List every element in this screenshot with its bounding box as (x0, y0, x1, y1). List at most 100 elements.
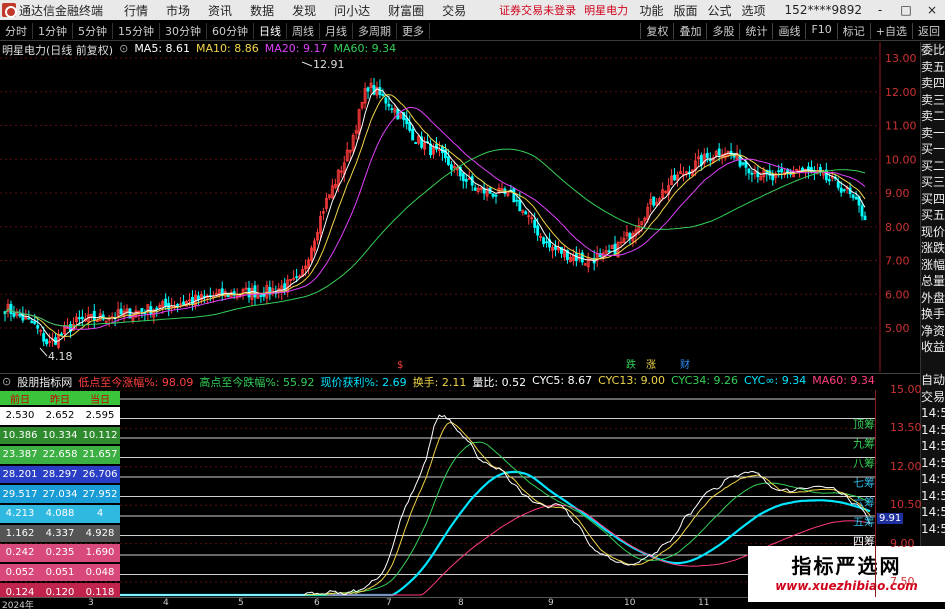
chart-title: 明星电力(日线 前复权) (2, 44, 114, 57)
candle-body (449, 164, 453, 170)
event-marker: 财 (680, 358, 690, 371)
sidebar-item[interactable]: 卖一 (921, 125, 945, 142)
event-marker: $ (397, 360, 403, 371)
period-button[interactable]: 分时 (0, 22, 33, 39)
app-title: 通达信金融终端 (19, 3, 104, 18)
menu-options[interactable]: 选项 (742, 2, 766, 19)
sidebar-item[interactable]: 14:56 (921, 422, 945, 439)
sidebar-item[interactable]: 14:56 (921, 521, 945, 538)
date-tick: 4 (163, 598, 169, 608)
candle-body (705, 152, 709, 158)
indicator-chart[interactable]: 顶筹九筹八筹七筹六筹五筹四筹三筹 (0, 389, 875, 597)
sidebar-item[interactable]: 外盘 (921, 290, 945, 307)
menu-item[interactable]: 问小达 (334, 2, 370, 19)
more-periods-button[interactable]: 更多 (397, 22, 430, 39)
sidebar-item[interactable]: 涨幅 (921, 257, 945, 274)
sidebar-item[interactable]: 买三 (921, 174, 945, 191)
close-icon[interactable]: × (924, 3, 940, 17)
chip-table-cell: 28.297 (42, 469, 78, 481)
sidebar-item[interactable]: 14:56 (921, 405, 945, 422)
period-button[interactable]: 月线 (320, 22, 353, 39)
toolbar-draw[interactable]: 画线 (772, 22, 805, 39)
indicator-settings-icon[interactable]: ⊙ (2, 375, 11, 388)
sidebar-item[interactable]: 卖五 (921, 59, 945, 76)
y-tick-label: 10.00 (885, 153, 917, 166)
toolbar-stats[interactable]: 统计 (739, 22, 772, 39)
sidebar-item[interactable]: 现价 (921, 224, 945, 241)
menu-layout[interactable]: 版面 (674, 2, 698, 19)
login-status[interactable]: 证券交易未登录 (499, 2, 576, 18)
sidebar-item[interactable]: 14:56 (921, 455, 945, 472)
band-label: 八筹 (853, 456, 875, 470)
indicator-panel[interactable]: 顶筹九筹八筹七筹六筹五筹四筹三筹 (0, 389, 875, 597)
period-button-daily[interactable]: 日线 (254, 22, 287, 39)
settings-icon[interactable]: ⊙ (119, 42, 128, 56)
period-button[interactable]: 多周期 (353, 22, 397, 39)
sidebar-item[interactable]: 涨跌 (921, 240, 945, 257)
sidebar-item[interactable]: 14:56 (921, 471, 945, 488)
menu-item[interactable]: 财富圈 (388, 2, 424, 19)
sidebar-item[interactable]: 14:56 (921, 438, 945, 455)
toolbar-overlay[interactable]: 叠加 (673, 22, 706, 39)
sidebar-item[interactable]: 总量 (921, 273, 945, 290)
candle-body (491, 193, 495, 197)
date-tick: 3 (88, 598, 94, 608)
toolbar-multi[interactable]: 多股 (706, 22, 739, 39)
toolbar-mark[interactable]: 标记 (836, 22, 870, 39)
col-header: 当日 (90, 394, 110, 406)
toolbar-add-favorite[interactable]: +自选 (869, 22, 912, 39)
sidebar-item[interactable]: 14:56 (921, 488, 945, 505)
candle-body (780, 168, 784, 173)
sidebar-item[interactable]: 卖四 (921, 75, 945, 92)
sidebar-item[interactable] (921, 356, 945, 373)
sidebar-item[interactable]: 买一 (921, 141, 945, 158)
chip-table-cell: 28.201 (2, 469, 38, 481)
menu-item[interactable]: 市场 (166, 2, 190, 19)
sidebar-item[interactable]: 收益 (921, 339, 945, 356)
candle-body (295, 276, 299, 279)
sidebar-item[interactable]: 交易 (921, 389, 945, 406)
chip-table-cell: 27.952 (82, 488, 118, 500)
chip-table-cell: 21.657 (82, 449, 118, 461)
user-account[interactable]: 152****9892 (785, 3, 862, 17)
period-button[interactable]: 1分钟 (33, 22, 73, 39)
chip-table-cell: 27.034 (42, 488, 78, 500)
sidebar-item[interactable]: 卖三 (921, 92, 945, 109)
menu-item[interactable]: 数据 (250, 2, 274, 19)
event-marker: 涨 (646, 359, 656, 371)
menu-item[interactable]: 发现 (292, 2, 316, 19)
period-button[interactable]: 周线 (287, 22, 320, 39)
indicator-name[interactable]: 股朋指标网 (17, 374, 72, 390)
period-button[interactable]: 5分钟 (73, 22, 113, 39)
toolbar-fuquan[interactable]: 复权 (640, 22, 673, 39)
toolbar-back[interactable]: 返回 (912, 22, 945, 39)
maximize-icon[interactable]: □ (898, 3, 914, 17)
chip-table-row: 2.530 2.652 2.595 (0, 407, 120, 425)
candle-body (36, 325, 40, 329)
kline-panel[interactable]: 13.00 12.00 11.00 10.00 9.00 8.00 7.00 6.00 5.00… (0, 42, 920, 372)
menu-formula[interactable]: 公式 (708, 2, 732, 19)
sidebar-item[interactable]: 净资 (921, 323, 945, 340)
sidebar-item[interactable]: 自动 (921, 372, 945, 389)
menu-item[interactable]: 行情 (124, 2, 148, 19)
sidebar-item[interactable]: 委比 (921, 42, 945, 59)
sidebar-item[interactable]: 卖二 (921, 108, 945, 125)
sidebar-item[interactable]: 14:56 (921, 504, 945, 521)
candle-body (836, 181, 840, 188)
menu-item[interactable]: 资讯 (208, 2, 232, 19)
sidebar-item[interactable]: 买四 (921, 191, 945, 208)
period-button[interactable]: 30分钟 (160, 22, 207, 39)
kline-chart[interactable]: 13.00 12.00 11.00 10.00 9.00 8.00 7.00 6.00 5.00… (0, 42, 920, 372)
menu-item[interactable]: 交易 (442, 2, 466, 19)
sidebar-item[interactable]: 换手 (921, 306, 945, 323)
minimize-icon[interactable]: - (872, 3, 888, 17)
period-button[interactable]: 60分钟 (207, 22, 254, 39)
date-tick: 6 (314, 598, 320, 608)
chip-table-header: 前日 昨日 当日 (0, 391, 120, 406)
menu-function[interactable]: 功能 (639, 2, 663, 19)
candle-body (607, 250, 611, 253)
sidebar-item[interactable]: 买二 (921, 158, 945, 175)
period-button[interactable]: 15分钟 (113, 22, 160, 39)
toolbar-f10[interactable]: F10 (805, 22, 836, 39)
sidebar-item[interactable]: 买五 (921, 207, 945, 224)
